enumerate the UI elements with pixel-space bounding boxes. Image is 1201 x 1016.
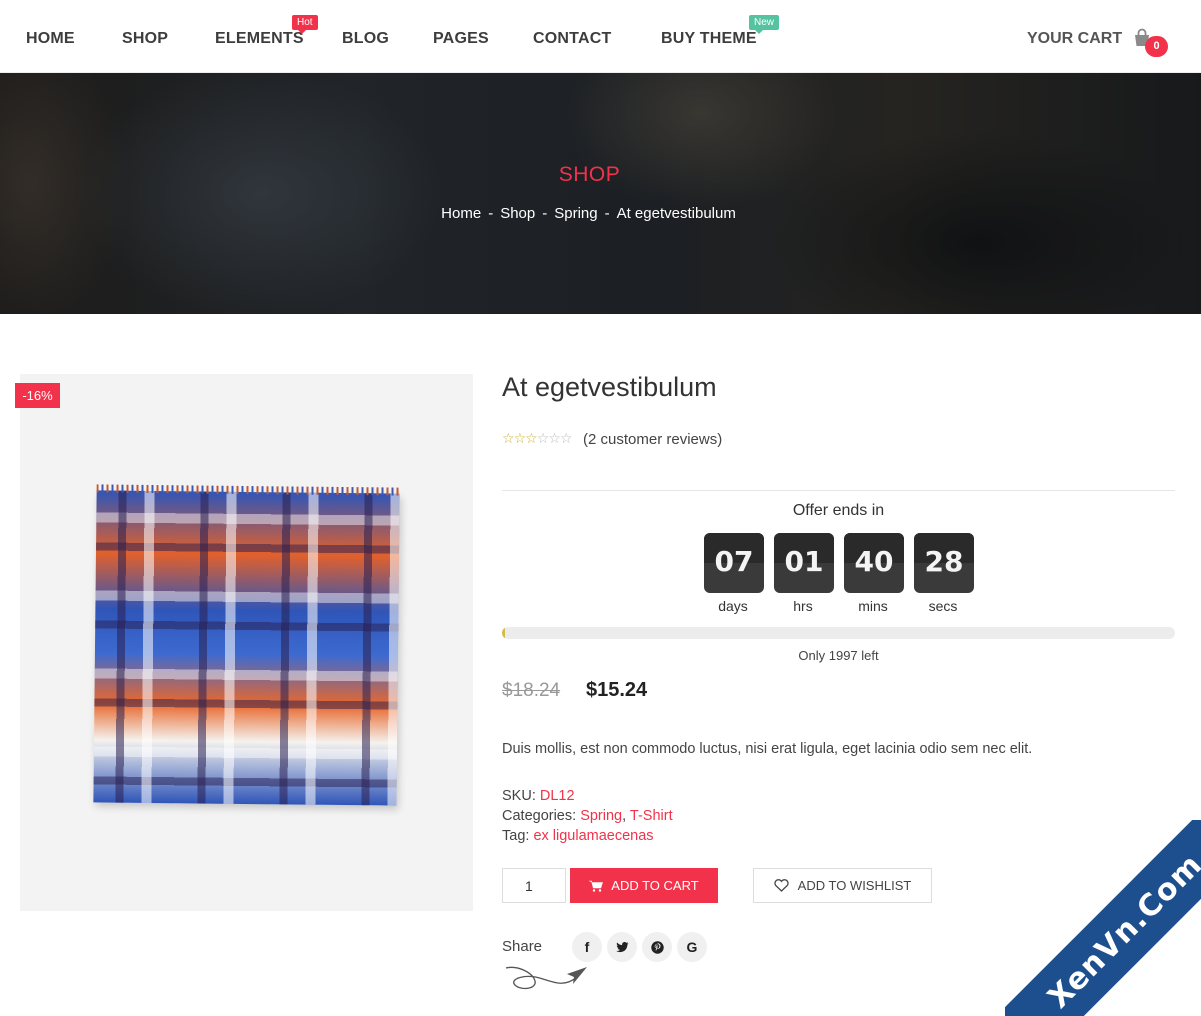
breadcrumb: Home - Shop - Spring - At egetvestibulum xyxy=(0,205,1177,222)
sale-badge: -16% xyxy=(15,383,60,408)
stock-progress-bar xyxy=(502,627,1175,639)
watermark-text: XenVn.Com xyxy=(1040,846,1201,1016)
category-separator: , xyxy=(622,808,627,824)
product-title: At egetvestibulum xyxy=(502,372,717,402)
google-icon[interactable]: G xyxy=(677,932,707,962)
hot-badge: Hot xyxy=(292,15,318,34)
customer-reviews-link[interactable]: (2 customer reviews) xyxy=(583,431,722,448)
countdown-days-unit: days xyxy=(718,598,748,614)
breadcrumb-separator: - xyxy=(604,205,610,222)
pinterest-icon[interactable] xyxy=(642,932,672,962)
add-to-cart-label: ADD TO CART xyxy=(611,878,699,893)
breadcrumb-shop[interactable]: Shop xyxy=(500,205,535,222)
breadcrumb-separator: - xyxy=(488,205,494,222)
offer-ends-label: Offer ends in xyxy=(792,502,885,519)
countdown-minutes-value: 40 xyxy=(854,545,894,578)
stock-remaining-text: Only 1997 left xyxy=(798,648,879,663)
breadcrumb-separator: - xyxy=(542,205,548,222)
twitter-bird-icon xyxy=(615,941,628,952)
categories-row: Categories: Spring, T-Shirt xyxy=(502,808,673,824)
nav-home[interactable]: HOME xyxy=(26,30,75,48)
star-filled-icon: ☆ xyxy=(502,431,515,447)
hero-banner: SHOP Home - Shop - Spring - At egetvestibulum xyxy=(0,73,1201,314)
share-label: Share xyxy=(502,938,543,955)
tag-link[interactable]: ex ligulamaecenas xyxy=(533,828,653,844)
scarf-fringe xyxy=(96,484,400,496)
countdown-minutes-unit: mins xyxy=(858,598,888,614)
sku-row: SKU: DL12 xyxy=(502,788,575,804)
category-link-tshirt[interactable]: T-Shirt xyxy=(630,808,673,824)
nav-contact[interactable]: CONTACT xyxy=(533,30,611,48)
pinterest-logo-icon xyxy=(650,940,664,954)
product-image[interactable] xyxy=(20,374,473,911)
cart-count-badge: 0 xyxy=(1145,36,1168,57)
nav-blog[interactable]: BLOG xyxy=(342,30,389,48)
product-description: Duis mollis, est non commodo luctus, nis… xyxy=(502,741,1033,757)
watermark-band: XenVn.Com xyxy=(1005,820,1201,1016)
page-title: SHOP xyxy=(558,163,621,186)
sku-value[interactable]: DL12 xyxy=(540,788,575,804)
nav-elements[interactable]: ELEMENTS xyxy=(215,30,304,48)
twitter-icon[interactable] xyxy=(607,932,637,962)
category-link-spring[interactable]: Spring xyxy=(580,808,622,824)
tag-label: Tag: xyxy=(502,828,530,844)
heart-icon xyxy=(774,879,789,892)
countdown-hours-unit: hrs xyxy=(793,598,813,614)
stock-progress-fill xyxy=(502,627,506,639)
arrow-doodle-icon xyxy=(505,966,587,990)
countdown-seconds-box: 28 xyxy=(914,533,974,593)
categories-label: Categories: xyxy=(502,808,577,824)
star-filled-icon: ☆ xyxy=(513,431,527,447)
countdown-seconds-value: 28 xyxy=(924,545,964,578)
star-empty-icon: ☆ xyxy=(559,431,573,447)
breadcrumb-spring[interactable]: Spring xyxy=(554,205,597,222)
breadcrumb-home[interactable]: Home xyxy=(441,205,481,222)
new-badge: New xyxy=(749,15,780,34)
nav-pages[interactable]: PAGES xyxy=(433,30,489,48)
nav-shop[interactable]: SHOP xyxy=(122,30,168,48)
your-cart-link[interactable]: YOUR CART xyxy=(1027,30,1122,48)
sale-price: $15.24 xyxy=(586,679,648,701)
add-to-wishlist-button[interactable]: ADD TO WISHLIST xyxy=(753,868,932,903)
nav-buy-theme[interactable]: BUY THEME xyxy=(661,30,757,48)
old-price: $18.24 xyxy=(502,680,561,701)
countdown-minutes-box: 40 xyxy=(844,533,904,593)
watermark-logo: XenVn.Com xyxy=(1005,820,1201,1016)
sku-label: SKU: xyxy=(502,788,536,804)
plaid-scarf-image xyxy=(93,484,400,806)
countdown-hours-box: 01 xyxy=(774,533,834,593)
countdown-seconds-unit: secs xyxy=(928,598,958,614)
countdown-hours-value: 01 xyxy=(784,545,824,578)
star-empty-icon: ☆ xyxy=(548,431,561,447)
top-navigation: HOME SHOP ELEMENTS Hot BLOG PAGES CONTAC… xyxy=(0,0,1201,73)
divider xyxy=(502,490,1175,491)
countdown-days-value: 07 xyxy=(714,545,754,578)
add-to-cart-button[interactable]: ADD TO CART xyxy=(570,868,718,903)
quantity-input[interactable] xyxy=(502,868,566,903)
breadcrumb-current: At egetvestibulum xyxy=(616,205,736,222)
rating-stars: ☆☆☆☆☆☆ xyxy=(502,431,573,447)
add-to-wishlist-label: ADD TO WISHLIST xyxy=(797,878,912,893)
star-filled-icon: ☆ xyxy=(525,431,538,447)
star-empty-icon: ☆ xyxy=(536,431,550,447)
cart-icon xyxy=(589,880,604,892)
tag-row: Tag: ex ligulamaecenas xyxy=(502,828,654,844)
countdown-days-box: 07 xyxy=(704,533,764,593)
facebook-icon[interactable]: f xyxy=(572,932,602,962)
